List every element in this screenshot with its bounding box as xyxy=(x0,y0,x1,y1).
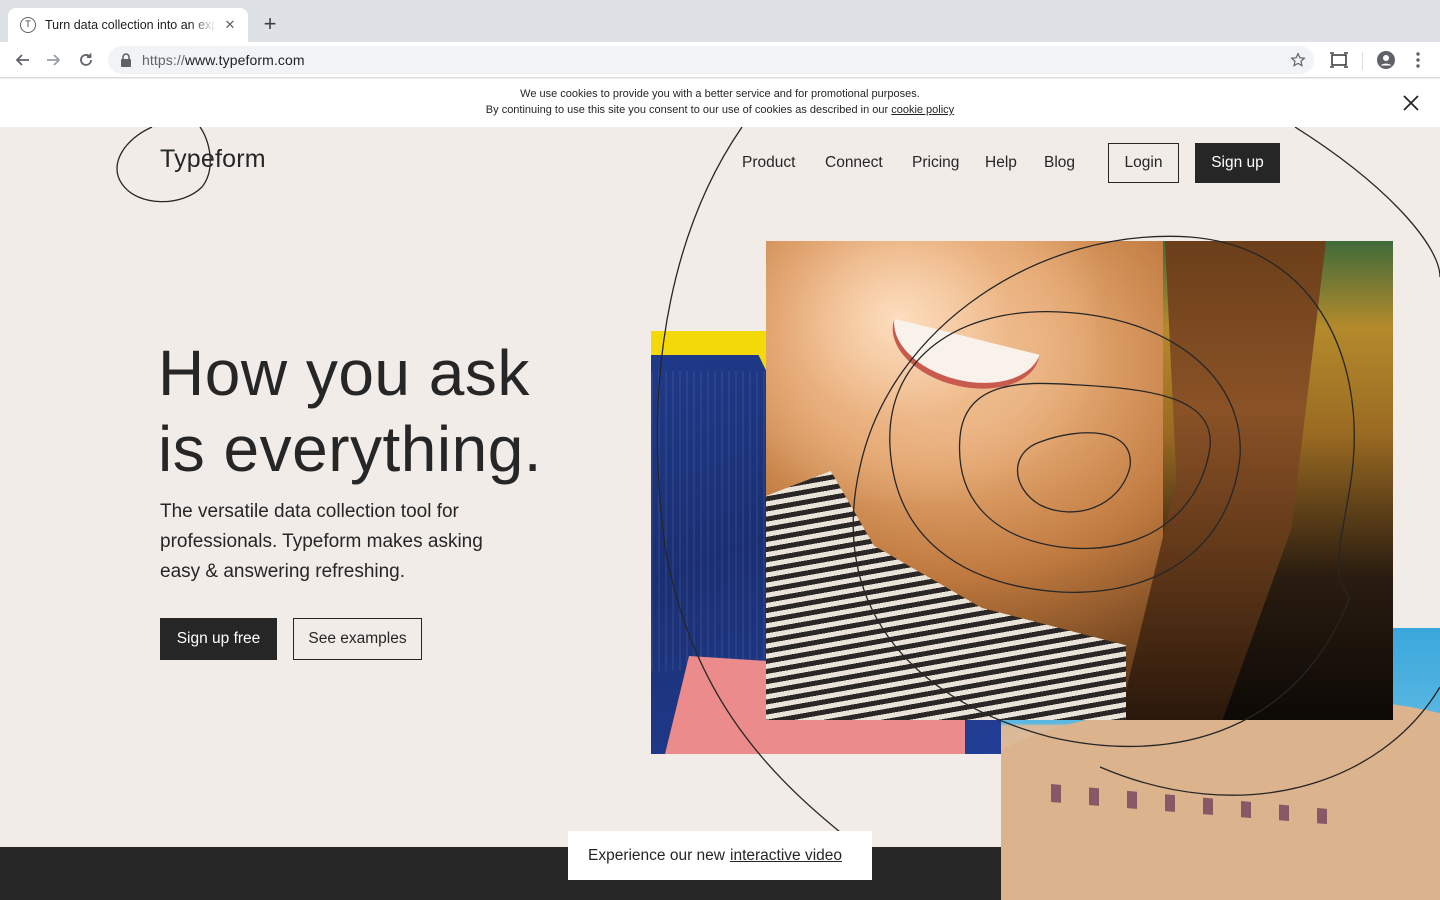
tab-close-icon[interactable]: ✕ xyxy=(222,17,238,33)
forward-arrow-icon[interactable] xyxy=(42,48,66,72)
cast-screen-icon[interactable] xyxy=(1327,48,1351,72)
smiling-woman-image xyxy=(766,241,1393,720)
typeform-logo[interactable]: Typeform xyxy=(160,145,266,174)
new-tab-plus-icon[interactable]: + xyxy=(258,13,282,37)
cookie-text-line1: We use cookies to provide you with a bet… xyxy=(520,88,920,100)
browser-tab[interactable]: T Turn data collection into an experienc… xyxy=(8,8,248,42)
page-body: Typeform Product Connect Pricing Help Bl… xyxy=(0,127,1440,900)
browser-toolbar: https://www.typeform.com xyxy=(0,42,1440,78)
hero-subtitle: The versatile data collection tool for p… xyxy=(160,501,483,582)
address-bar[interactable]: https://www.typeform.com xyxy=(108,46,1314,74)
nav-help[interactable]: Help xyxy=(985,154,1017,172)
see-examples-button[interactable]: See examples xyxy=(293,618,422,660)
lock-icon xyxy=(120,53,132,67)
url-text: https://www.typeform.com xyxy=(142,52,305,68)
cookie-banner: We use cookies to provide you with a bet… xyxy=(0,79,1440,127)
reload-icon[interactable] xyxy=(74,48,98,72)
signup-button[interactable]: Sign up xyxy=(1195,143,1280,183)
browser-tabstrip: T Turn data collection into an experienc… xyxy=(0,0,1440,42)
hero-title: How you ask is everything. xyxy=(158,337,543,485)
sign-up-free-button[interactable]: Sign up free xyxy=(160,618,277,660)
nav-connect[interactable]: Connect xyxy=(825,154,883,172)
toolbar-separator xyxy=(1362,52,1363,70)
interactive-video-link[interactable]: interactive video xyxy=(730,847,842,864)
tab-title: Turn data collection into an experience xyxy=(45,18,216,32)
nav-blog[interactable]: Blog xyxy=(1044,154,1075,172)
kebab-menu-icon[interactable] xyxy=(1406,48,1430,72)
nav-pricing[interactable]: Pricing xyxy=(912,154,959,172)
cookie-policy-link[interactable]: cookie policy xyxy=(891,104,954,116)
profile-avatar-icon[interactable] xyxy=(1374,48,1398,72)
interactive-video-banner: Experience our new interactive video xyxy=(568,831,872,880)
close-icon[interactable] xyxy=(1400,92,1422,114)
typeform-favicon-icon: T xyxy=(20,17,36,33)
nav-product[interactable]: Product xyxy=(742,154,795,172)
bookmark-star-icon[interactable] xyxy=(1290,52,1306,73)
back-arrow-icon[interactable] xyxy=(10,48,34,72)
cookie-text-line2: By continuing to use this site you conse… xyxy=(485,104,955,116)
login-button[interactable]: Login xyxy=(1108,143,1179,183)
